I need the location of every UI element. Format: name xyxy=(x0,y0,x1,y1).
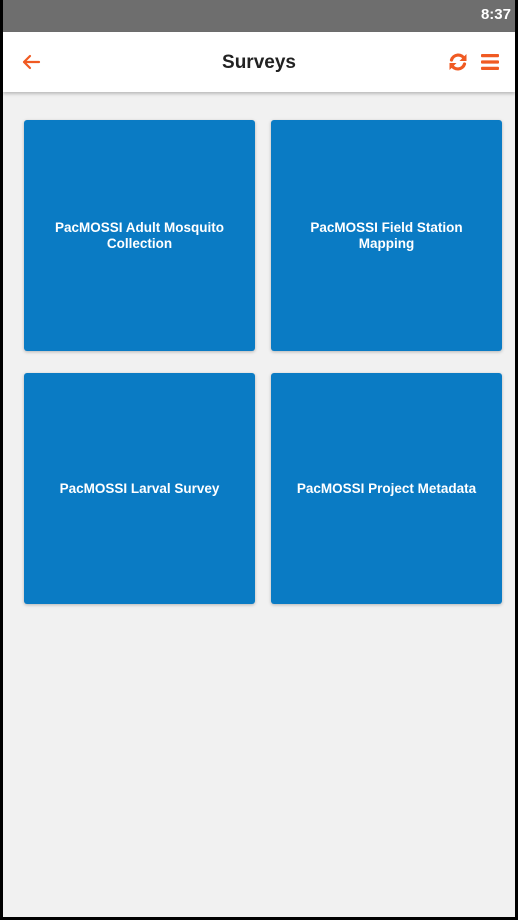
survey-tile-adult-mosquito-collection[interactable]: PacMOSSI Adult Mosquito Collection xyxy=(24,120,255,351)
refresh-icon xyxy=(449,53,467,71)
survey-tile-field-station-mapping[interactable]: PacMOSSI Field Station Mapping xyxy=(271,120,502,351)
app-screen: 8:37 Surveys PacMOSSI Adult Mosquito Col… xyxy=(0,0,518,920)
survey-tile-label: PacMOSSI Project Metadata xyxy=(296,480,477,496)
survey-tile-label: PacMOSSI Field Station Mapping xyxy=(310,219,463,251)
app-bar: Surveys xyxy=(3,32,515,92)
refresh-button[interactable] xyxy=(445,49,471,75)
survey-tile-larval-survey[interactable]: PacMOSSI Larval Survey xyxy=(24,373,255,604)
status-time: 8:37 xyxy=(480,6,511,23)
survey-grid: PacMOSSI Adult Mosquito Collection PacMO… xyxy=(3,92,515,917)
menu-button[interactable] xyxy=(477,49,503,75)
page-title: Surveys xyxy=(222,52,296,73)
survey-tile-project-metadata[interactable]: PacMOSSI Project Metadata xyxy=(271,373,502,604)
survey-tile-label: PacMOSSI Adult Mosquito Collection xyxy=(54,219,224,251)
hamburger-menu-icon xyxy=(481,54,499,70)
status-bar: 8:37 xyxy=(3,0,515,32)
survey-tile-label: PacMOSSI Larval Survey xyxy=(59,480,220,496)
